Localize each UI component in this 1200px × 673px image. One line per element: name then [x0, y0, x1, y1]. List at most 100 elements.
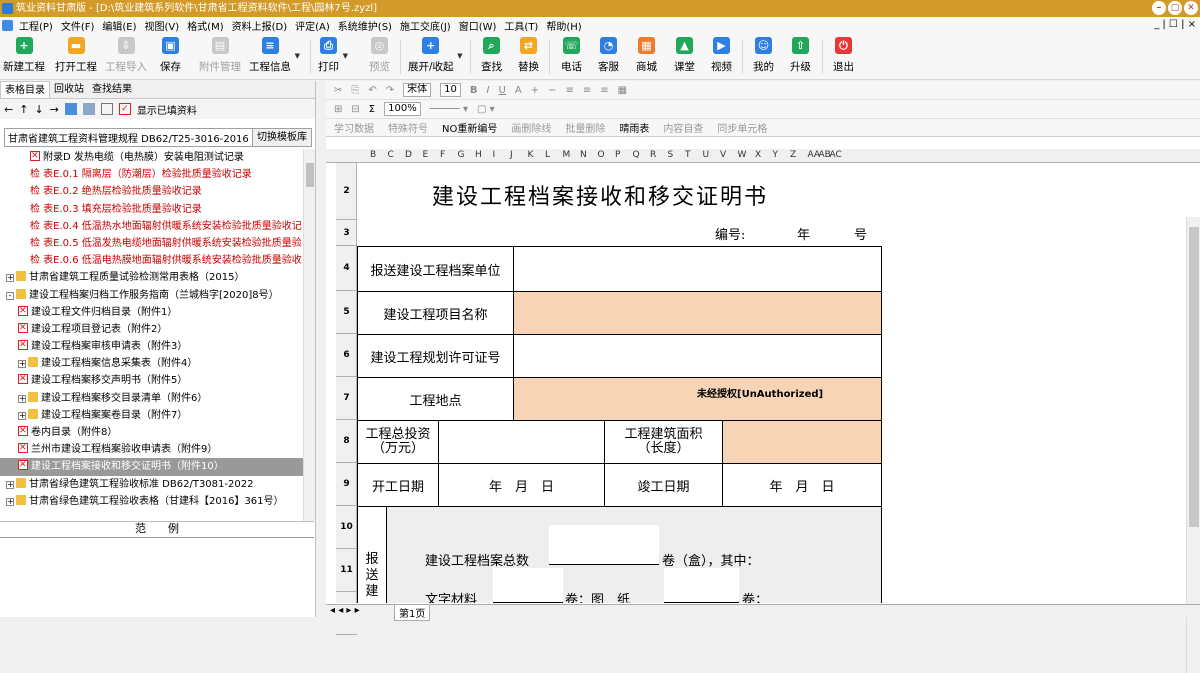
row-header-cell[interactable]: 6 [336, 334, 357, 377]
maximize-button[interactable]: ▢ [1168, 1, 1182, 15]
menu-help[interactable]: 帮助(H) [542, 18, 585, 33]
column-header-cell[interactable]: E [423, 150, 429, 160]
column-header-cell[interactable]: J [510, 150, 513, 160]
underline-icon[interactable]: U [498, 85, 505, 96]
size-select[interactable]: 10 [440, 83, 461, 97]
sheet-tab-1[interactable]: 第1页 [394, 605, 431, 621]
tree-scrollbar[interactable] [303, 149, 315, 521]
row-header-cell[interactable]: 10 [336, 506, 357, 549]
bold-icon[interactable]: B [470, 85, 478, 96]
font-color-icon[interactable]: A [515, 85, 522, 96]
investment-input[interactable] [438, 420, 605, 464]
merge-icon[interactable]: ⊞ [334, 104, 342, 115]
tree-item[interactable]: + 甘肃省绿色建筑工程验收标准 DB62/T3081-2022 [0, 476, 314, 493]
mall-button[interactable]: ▦ 商城 [636, 37, 657, 74]
row-header-cell[interactable]: 8 [336, 420, 357, 463]
tree-item[interactable]: - 建设工程档案归档工作服务指南（兰城档字[2020]8号） [0, 287, 314, 304]
end-date-input[interactable]: 年 月 日 [722, 463, 882, 507]
special-symbol-button[interactable]: 特殊符号 [388, 120, 428, 135]
column-header-cell[interactable]: B [370, 150, 376, 160]
column-header-cell[interactable]: S [668, 150, 674, 160]
menu-report[interactable]: 资料上报(D) [228, 18, 292, 33]
scrollbar-thumb[interactable] [1189, 227, 1199, 527]
column-header-cell[interactable]: Z [790, 150, 796, 160]
text-material-input[interactable] [493, 568, 563, 603]
renumber-button[interactable]: NO重新编号 [442, 120, 497, 135]
copy-icon[interactable]: ⎘ [351, 85, 359, 96]
close-button[interactable]: ✕ [1184, 1, 1198, 15]
permit-input[interactable] [513, 334, 882, 378]
upgrade-button[interactable]: ⇧ 升级 [790, 37, 811, 74]
column-header-cell[interactable]: G [458, 150, 465, 160]
start-date-input[interactable]: 年 月 日 [438, 463, 605, 507]
switch-template-button[interactable]: 切换模板库 [252, 129, 311, 146]
menu-format[interactable]: 格式(M) [183, 18, 227, 33]
column-header-cell[interactable]: O [598, 150, 605, 160]
tab-search-results[interactable]: 查找结果 [88, 81, 136, 98]
column-header-cell[interactable]: T [685, 150, 691, 160]
tree-item[interactable]: 检 表E.0.5 低温发热电缆地面辐射供暖系统安装检验批质量验 [0, 235, 314, 252]
video-button[interactable]: ▶ 视频 [711, 37, 732, 74]
scrollbar-thumb[interactable] [306, 163, 314, 187]
fill-icon[interactable]: ▢ ▾ [477, 104, 495, 115]
arrow-left-icon[interactable]: ← [4, 103, 13, 116]
menu-project[interactable]: 工程(P) [15, 18, 57, 33]
learn-data-button[interactable]: 学习数据 [334, 120, 374, 135]
area-input[interactable] [722, 420, 882, 464]
menu-system[interactable]: 系统维护(S) [334, 18, 396, 33]
column-header-cell[interactable]: U [703, 150, 710, 160]
sync-cell-button[interactable]: 同步单元格 [717, 120, 767, 135]
exit-button[interactable]: ⏻ 退出 [833, 37, 854, 74]
arrow-right-icon[interactable]: → [50, 103, 59, 116]
align-center-icon[interactable]: ≡ [583, 85, 591, 96]
row-header-cell[interactable]: 9 [336, 463, 357, 506]
row-header-cell[interactable]: 4 [336, 246, 357, 291]
total-input[interactable] [549, 525, 659, 565]
column-header-cell[interactable]: H [475, 150, 482, 160]
tree-item[interactable]: + 建设工程档案信息采集表（附件4） [0, 355, 314, 372]
open-project-button[interactable]: ▬ 打开工程 [55, 37, 97, 74]
font-select[interactable]: 宋体 [403, 83, 432, 97]
tree-item[interactable]: + 甘肃省绿色建筑工程验收表格（甘建科【2016】361号） [0, 493, 314, 510]
new-project-button[interactable]: + 新建工程 [3, 37, 45, 74]
phone-button[interactable]: ☏ 电话 [561, 37, 582, 74]
row-header-cell[interactable]: 3 [336, 220, 357, 246]
align-right-icon[interactable]: ≡ [600, 85, 608, 96]
redo-icon[interactable]: ↷ [386, 85, 394, 96]
column-header-cell[interactable]: N [580, 150, 587, 160]
tree-item[interactable]: + 建设工程档案案卷目录（附件7） [0, 407, 314, 424]
self-check-button[interactable]: 内容自查 [663, 120, 703, 135]
zoom-select[interactable]: 100% [384, 102, 421, 116]
tree-item[interactable]: 卷内目录（附件8） [0, 423, 314, 441]
tree-item[interactable]: + 建设工程档案移交目录清单（附件6） [0, 390, 314, 407]
tree-item[interactable]: 检 表E.0.3 填充层检验批质量验收记录 [0, 201, 314, 218]
show-filled-toggle[interactable]: 显示已填资料 [137, 102, 197, 117]
column-header-cell[interactable]: K [528, 150, 534, 160]
column-header-cell[interactable]: V [720, 150, 726, 160]
arrow-up-icon[interactable]: ↑ [19, 103, 28, 116]
row-header-cell[interactable]: 2 [336, 163, 357, 220]
print-button[interactable]: ⎙ 打印 ▼ [318, 37, 348, 74]
batch-delete-button[interactable]: 批量删除 [565, 120, 605, 135]
tree-item[interactable]: 建设工程项目登记表（附件2） [0, 320, 314, 338]
tree-item[interactable]: 建设工程档案审核申请表（附件3） [0, 337, 314, 355]
column-header-cell[interactable]: X [755, 150, 761, 160]
mdi-controls[interactable]: _ | ☐ | × [1154, 19, 1196, 30]
expand-icon[interactable]: + [18, 411, 26, 420]
project-info-button[interactable]: ≡ 工程信息 ▼ [249, 37, 300, 74]
border-icon[interactable]: ▦ [618, 85, 627, 96]
expand-collapse-button[interactable]: + 展开/收起 ▼ [408, 37, 463, 74]
tree-item[interactable]: 建设工程档案移交声明书（附件5） [0, 371, 314, 389]
panel-splitter[interactable] [317, 81, 326, 617]
preview-button[interactable]: ◎ 预览 [369, 37, 390, 74]
checkbox-icon[interactable]: ✓ [118, 103, 131, 115]
column-header-cell[interactable]: Q [633, 150, 640, 160]
tree-item[interactable]: + 甘肃省建筑工程质量试验检测常用表格（2015） [0, 269, 314, 286]
replace-button[interactable]: ⇄ 替换 [518, 37, 539, 74]
column-header-cell[interactable]: F [440, 150, 445, 160]
minimize-button[interactable]: – [1152, 1, 1166, 15]
column-header-cell[interactable]: I [493, 150, 496, 160]
expand-icon[interactable]: + [18, 360, 26, 369]
strike-button[interactable]: 画删除线 [511, 120, 551, 135]
column-header-cell[interactable]: M [563, 150, 571, 160]
